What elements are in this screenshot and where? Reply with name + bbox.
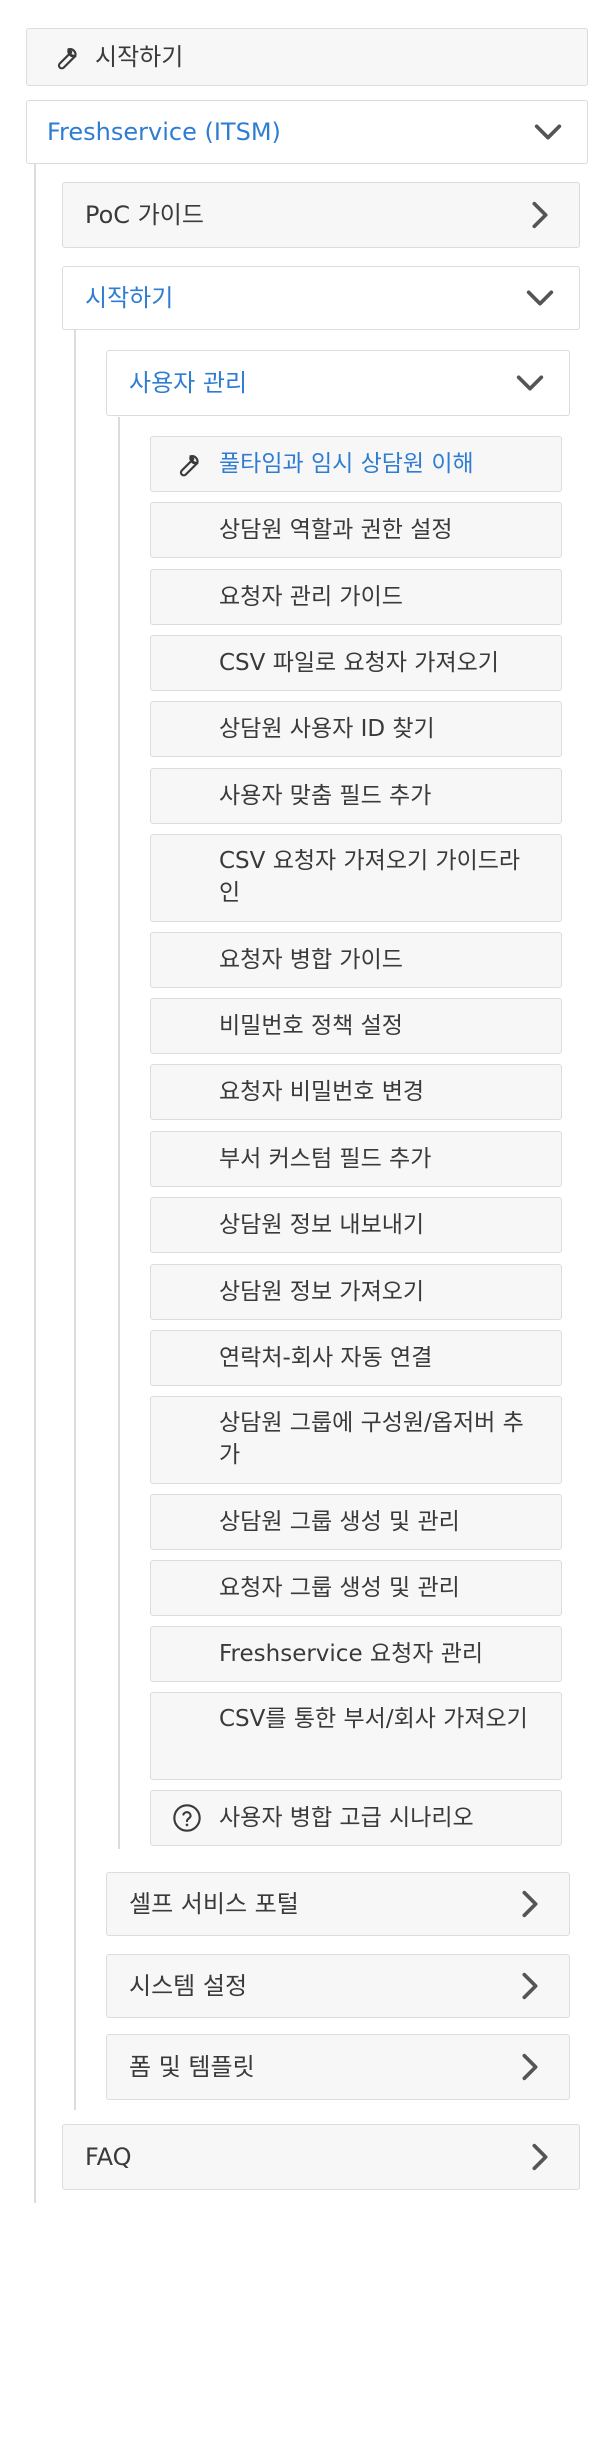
- leaf-label: 연락처-회사 자동 연결: [219, 1345, 433, 1371]
- leaf-item[interactable]: 상담원 그룹에 구성원/옵저버 추가: [150, 1396, 562, 1484]
- leaf-item[interactable]: CSV 파일로 요청자 가져오기: [150, 635, 562, 691]
- chevron-down-icon: [534, 124, 562, 140]
- leaf-label: 상담원 그룹 생성 및 관리: [219, 1509, 460, 1535]
- chevron-right-icon: [522, 2053, 538, 2081]
- leaf-item[interactable]: 요청자 병합 가이드: [150, 932, 562, 988]
- chevron-right-icon: [522, 1890, 538, 1918]
- nav-item-label: PoC 가이드: [85, 201, 204, 229]
- leaf-item[interactable]: 요청자 그룹 생성 및 관리: [150, 1560, 562, 1616]
- leaf-label: 부서 커스텀 필드 추가: [219, 1146, 432, 1172]
- nav-item-label: 셀프 서비스 포털: [129, 1890, 299, 1918]
- tree-guide-line-level1: [34, 163, 36, 2203]
- leaf-item[interactable]: 상담원 정보 가져오기: [150, 1264, 562, 1320]
- leaf-label: 요청자 그룹 생성 및 관리: [219, 1575, 460, 1601]
- leaf-label: 상담원 사용자 ID 찾기: [219, 716, 435, 742]
- nav-item-poc-guide[interactable]: PoC 가이드: [62, 182, 580, 248]
- leaf-item[interactable]: CSV를 통한 부서/회사 가져오기: [150, 1692, 562, 1780]
- leaf-label: 사용자 병합 고급 시나리오: [219, 1805, 474, 1831]
- leaf-item[interactable]: 상담원 역할과 권한 설정: [150, 502, 562, 558]
- tree-guide-line-level3: [118, 417, 120, 1849]
- question-circle-icon: [173, 1804, 201, 1832]
- leaf-item[interactable]: 상담원 그룹 생성 및 관리: [150, 1494, 562, 1550]
- nav-item-label: 시작하기: [95, 43, 184, 71]
- chevron-right-icon: [522, 1972, 538, 2000]
- leaf-item[interactable]: 비밀번호 정책 설정: [150, 998, 562, 1054]
- leaf-item[interactable]: CSV 요청자 가져오기 가이드라인: [150, 834, 562, 922]
- section-label: Freshservice (ITSM): [47, 118, 281, 146]
- leaf-label: 풀타임과 임시 상담원 이해: [219, 451, 474, 477]
- chevron-down-icon: [516, 375, 544, 391]
- leaf-item[interactable]: 사용자 맞춤 필드 추가: [150, 768, 562, 824]
- leaf-label: 상담원 그룹에 구성원/옵저버 추가: [219, 1410, 524, 1468]
- nav-item-label: 시스템 설정: [129, 1972, 248, 2000]
- nav-item-self-service-portal[interactable]: 셀프 서비스 포털: [106, 1872, 570, 1936]
- leaf-label: 상담원 정보 내보내기: [219, 1212, 425, 1238]
- leaf-label: CSV 파일로 요청자 가져오기: [219, 650, 499, 676]
- chevron-right-icon: [532, 201, 548, 229]
- leaf-item[interactable]: 연락처-회사 자동 연결: [150, 1330, 562, 1386]
- section-freshservice[interactable]: Freshservice (ITSM): [26, 100, 588, 164]
- leaf-label: 요청자 비밀번호 변경: [219, 1079, 425, 1105]
- leaf-label: 요청자 관리 가이드: [219, 584, 403, 610]
- leaf-item-last[interactable]: 사용자 병합 고급 시나리오: [150, 1790, 562, 1846]
- nav-item-label: 폼 및 템플릿: [129, 2053, 255, 2081]
- nav-item-forms-templates[interactable]: 폼 및 템플릿: [106, 2034, 570, 2100]
- wrench-icon: [179, 455, 199, 477]
- nav-item-getting-started[interactable]: 시작하기: [26, 28, 588, 86]
- nav-item-start[interactable]: 시작하기: [62, 266, 580, 330]
- leaf-item[interactable]: 요청자 관리 가이드: [150, 569, 562, 625]
- leaf-label: 상담원 역할과 권한 설정: [219, 517, 453, 543]
- nav-item-label: 사용자 관리: [129, 369, 248, 397]
- leaf-label: CSV를 통한 부서/회사 가져오기: [219, 1706, 528, 1732]
- leaf-item[interactable]: 상담원 정보 내보내기: [150, 1197, 562, 1253]
- leaf-label: 요청자 병합 가이드: [219, 947, 403, 973]
- leaf-item[interactable]: 부서 커스텀 필드 추가: [150, 1131, 562, 1187]
- tree-guide-line-level2: [74, 330, 76, 2110]
- leaf-label: CSV 요청자 가져오기 가이드라인: [219, 848, 521, 906]
- leaf-item[interactable]: 상담원 사용자 ID 찾기: [150, 701, 562, 757]
- nav-item-label: FAQ: [85, 2143, 132, 2171]
- leaf-label: Freshservice 요청자 관리: [219, 1641, 484, 1667]
- wrench-icon: [57, 48, 77, 70]
- leaf-item[interactable]: Freshservice 요청자 관리: [150, 1626, 562, 1682]
- chevron-down-icon: [526, 290, 554, 306]
- leaf-label: 사용자 맞춤 필드 추가: [219, 783, 432, 809]
- nav-item-faq[interactable]: FAQ: [62, 2124, 580, 2190]
- leaf-label: 비밀번호 정책 설정: [219, 1013, 403, 1039]
- chevron-right-icon: [532, 2143, 548, 2171]
- nav-item-system-settings[interactable]: 시스템 설정: [106, 1954, 570, 2018]
- leaf-item-active[interactable]: 풀타임과 임시 상담원 이해: [150, 436, 562, 492]
- nav-item-user-management[interactable]: 사용자 관리: [106, 350, 570, 416]
- leaf-label: 상담원 정보 가져오기: [219, 1279, 425, 1305]
- nav-item-label: 시작하기: [85, 284, 174, 312]
- leaf-item[interactable]: 요청자 비밀번호 변경: [150, 1064, 562, 1120]
